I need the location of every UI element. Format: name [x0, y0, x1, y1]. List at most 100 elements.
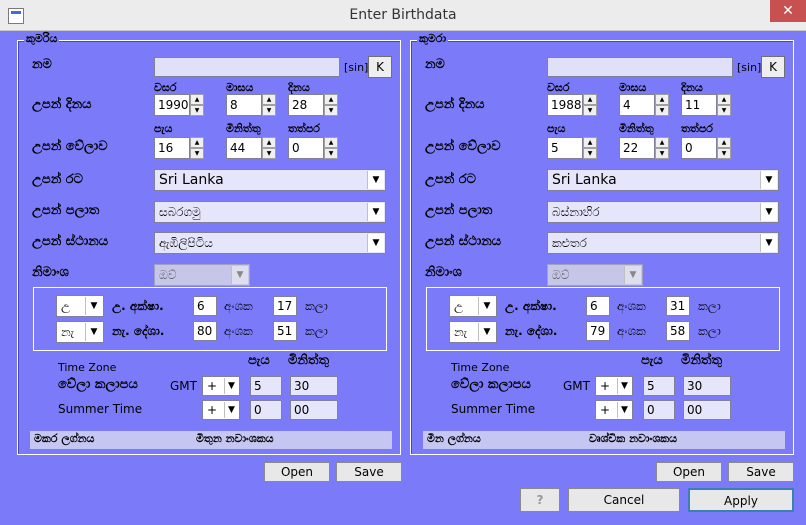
chevron-down-icon[interactable]: ▼ — [478, 323, 495, 341]
summer-sign-dropdown[interactable]: + ▼ — [595, 400, 633, 420]
province-dropdown[interactable]: බස්නාහිර ▼ — [547, 201, 779, 223]
longitude-degrees-input[interactable]: 79 — [586, 321, 610, 341]
spin-up-icon[interactable]: ▲ — [655, 137, 669, 148]
chevron-down-icon[interactable]: ▼ — [367, 203, 384, 221]
close-button[interactable]: ✕ — [770, 0, 806, 22]
chevron-down-icon[interactable]: ▼ — [478, 297, 495, 315]
chevron-down-icon[interactable]: ▼ — [367, 234, 384, 252]
latitude-minutes-input[interactable]: 31 — [666, 296, 690, 316]
spin-down-icon[interactable]: ▼ — [583, 148, 597, 159]
chevron-down-icon[interactable]: ▼ — [224, 378, 238, 394]
chevron-down-icon[interactable]: ▼ — [624, 266, 641, 284]
name-input[interactable] — [547, 57, 733, 77]
spin-down-icon[interactable]: ▼ — [655, 148, 669, 159]
longitude-minutes-input[interactable]: 58 — [666, 321, 690, 341]
second-value[interactable]: 0 — [681, 137, 717, 159]
summer-minute-input[interactable]: 00 — [290, 400, 338, 420]
spin-up-icon[interactable]: ▲ — [583, 94, 597, 105]
latitude-degrees-input[interactable]: 6 — [586, 296, 610, 316]
chevron-down-icon[interactable]: ▼ — [760, 171, 777, 189]
spin-down-icon[interactable]: ▼ — [717, 105, 731, 116]
chevron-down-icon[interactable]: ▼ — [231, 266, 248, 284]
year-spinner[interactable]: 1988 ▲ ▼ — [547, 94, 597, 116]
name-input[interactable] — [154, 57, 340, 77]
longitude-direction-dropdown[interactable]: නැ ▼ — [449, 321, 497, 343]
open-button-bride[interactable]: Open — [264, 462, 330, 482]
spin-up-icon[interactable]: ▲ — [655, 94, 669, 105]
day-spinner[interactable]: 11 ▲ ▼ — [681, 94, 731, 116]
latitude-direction-dropdown[interactable]: උ ▼ — [449, 295, 497, 317]
day-value[interactable]: 11 — [681, 94, 717, 116]
spin-down-icon[interactable]: ▼ — [190, 105, 204, 116]
apply-button[interactable]: Apply — [688, 488, 794, 512]
place-dropdown[interactable]: ඇඹිලිපිටිය ▼ — [154, 232, 386, 254]
nimmansa-dropdown[interactable]: ඔව් ▼ — [154, 264, 250, 286]
chevron-down-icon[interactable]: ▼ — [617, 402, 631, 418]
summer-minute-input[interactable]: 00 — [683, 400, 731, 420]
hour-spinner[interactable]: 16 ▲ ▼ — [154, 137, 204, 159]
spin-up-icon[interactable]: ▲ — [190, 94, 204, 105]
month-value[interactable]: 8 — [226, 94, 262, 116]
chevron-down-icon[interactable]: ▼ — [760, 203, 777, 221]
spin-down-icon[interactable]: ▼ — [324, 148, 338, 159]
day-value[interactable]: 28 — [288, 94, 324, 116]
tz-minute-input[interactable]: 30 — [683, 376, 731, 396]
cancel-button[interactable]: Cancel — [568, 488, 680, 512]
spin-up-icon[interactable]: ▲ — [717, 137, 731, 148]
latitude-degrees-input[interactable]: 6 — [193, 296, 217, 316]
spin-up-icon[interactable]: ▲ — [583, 137, 597, 148]
nimmansa-dropdown[interactable]: ඔව් ▼ — [547, 264, 643, 286]
spin-down-icon[interactable]: ▼ — [324, 105, 338, 116]
country-dropdown[interactable]: Sri Lanka ▼ — [547, 169, 779, 191]
day-spinner[interactable]: 28 ▲ ▼ — [288, 94, 338, 116]
keyboard-button[interactable]: K — [368, 56, 392, 78]
month-value[interactable]: 4 — [619, 94, 655, 116]
province-dropdown[interactable]: සබරගමු ▼ — [154, 201, 386, 223]
summer-hour-input[interactable]: 0 — [250, 400, 282, 420]
longitude-direction-dropdown[interactable]: නැ ▼ — [56, 321, 104, 343]
tz-sign-dropdown[interactable]: + ▼ — [202, 376, 240, 396]
summer-hour-input[interactable]: 0 — [643, 400, 675, 420]
spin-down-icon[interactable]: ▼ — [190, 148, 204, 159]
keyboard-button[interactable]: K — [761, 56, 785, 78]
longitude-degrees-input[interactable]: 80 — [193, 321, 217, 341]
chevron-down-icon[interactable]: ▼ — [224, 402, 238, 418]
spin-up-icon[interactable]: ▲ — [324, 94, 338, 105]
spin-up-icon[interactable]: ▲ — [190, 137, 204, 148]
summer-sign-dropdown[interactable]: + ▼ — [202, 400, 240, 420]
country-dropdown[interactable]: Sri Lanka ▼ — [154, 169, 386, 191]
year-spinner[interactable]: 1990 ▲ ▼ — [154, 94, 204, 116]
tz-hour-input[interactable]: 5 — [643, 376, 675, 396]
spin-down-icon[interactable]: ▼ — [717, 148, 731, 159]
spin-down-icon[interactable]: ▼ — [583, 105, 597, 116]
chevron-down-icon[interactable]: ▼ — [367, 171, 384, 189]
tz-hour-input[interactable]: 5 — [250, 376, 282, 396]
minute-value[interactable]: 44 — [226, 137, 262, 159]
chevron-down-icon[interactable]: ▼ — [85, 297, 102, 315]
chevron-down-icon[interactable]: ▼ — [760, 234, 777, 252]
minute-spinner[interactable]: 44 ▲ ▼ — [226, 137, 276, 159]
second-spinner[interactable]: 0 ▲ ▼ — [288, 137, 338, 159]
spin-down-icon[interactable]: ▼ — [262, 148, 276, 159]
tz-minute-input[interactable]: 30 — [290, 376, 338, 396]
year-value[interactable]: 1988 — [547, 94, 583, 116]
month-spinner[interactable]: 8 ▲ ▼ — [226, 94, 276, 116]
spin-up-icon[interactable]: ▲ — [262, 94, 276, 105]
latitude-direction-dropdown[interactable]: උ ▼ — [56, 295, 104, 317]
year-value[interactable]: 1990 — [154, 94, 190, 116]
place-dropdown[interactable]: කළුතර ▼ — [547, 232, 779, 254]
spin-up-icon[interactable]: ▲ — [262, 137, 276, 148]
spin-up-icon[interactable]: ▲ — [717, 94, 731, 105]
latitude-minutes-input[interactable]: 17 — [273, 296, 297, 316]
hour-spinner[interactable]: 5 ▲ ▼ — [547, 137, 597, 159]
hour-value[interactable]: 16 — [154, 137, 190, 159]
second-value[interactable]: 0 — [288, 137, 324, 159]
longitude-minutes-input[interactable]: 51 — [273, 321, 297, 341]
tz-sign-dropdown[interactable]: + ▼ — [595, 376, 633, 396]
chevron-down-icon[interactable]: ▼ — [85, 323, 102, 341]
hour-value[interactable]: 5 — [547, 137, 583, 159]
spin-up-icon[interactable]: ▲ — [324, 137, 338, 148]
save-button-groom[interactable]: Save — [728, 462, 794, 482]
save-button-bride[interactable]: Save — [336, 462, 402, 482]
spin-down-icon[interactable]: ▼ — [262, 105, 276, 116]
